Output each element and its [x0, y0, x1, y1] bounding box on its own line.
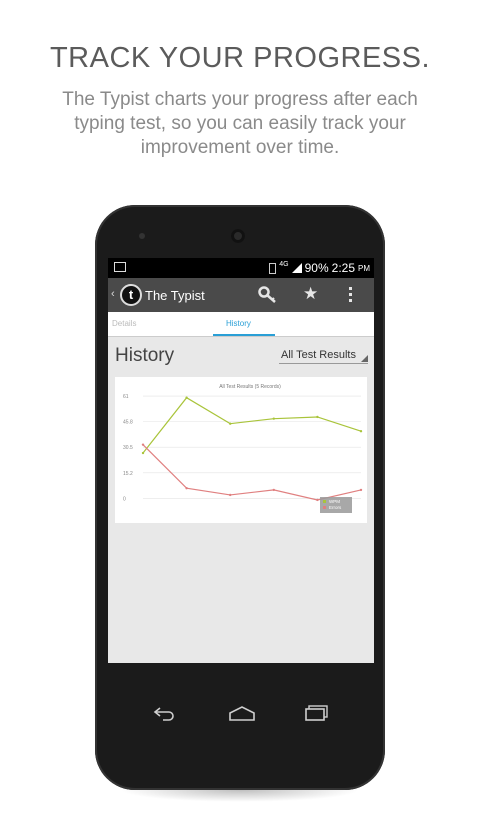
data-point-wpm: [359, 430, 363, 433]
navigation-bar: [108, 663, 374, 768]
data-point-wpm: [141, 451, 145, 455]
data-point-wpm: [229, 422, 232, 425]
battery-level: 90%: [304, 261, 329, 275]
legend-label: Errors: [329, 505, 342, 510]
legend-swatch: [323, 500, 326, 503]
tab-history[interactable]: History: [226, 319, 251, 328]
legend-label: WPM: [329, 499, 340, 504]
dropdown-triangle-icon: [361, 355, 368, 362]
promo-subline: The Typist charts your progress after ea…: [62, 89, 418, 158]
signal-icon: [291, 263, 302, 273]
promo-headline: TRACK YOUR PROGRESS.: [49, 42, 431, 74]
data-point-errors: [141, 443, 145, 446]
series-line-errors: [142, 444, 362, 501]
earpiece: [139, 233, 145, 239]
history-chart: All Test Results (5 Records) 0 15.2 30.5 45…: [115, 377, 367, 523]
back-icon[interactable]: [153, 705, 177, 721]
page-title: History: [115, 345, 175, 366]
app-title[interactable]: The Typist: [145, 288, 205, 303]
network-type: 4G: [279, 260, 289, 268]
data-point-errors: [272, 488, 275, 492]
active-tab-indicator: [213, 334, 275, 336]
data-point-wpm: [316, 415, 319, 419]
vibrate-icon: [269, 262, 277, 274]
status-bar: 4G 90% 2:25 PM: [108, 258, 374, 278]
tab-strip: Details History: [108, 312, 374, 337]
action-bar: ‹ t The Typist ★: [108, 278, 374, 312]
data-point-errors: [316, 498, 319, 502]
data-point-errors: [229, 493, 232, 497]
data-point-wpm: [272, 417, 275, 420]
y-tick-label: 0: [123, 496, 126, 502]
status-indicators: 4G 90% 2:25 PM: [269, 261, 370, 275]
history-content: History All Test Results All Test Result…: [108, 337, 374, 663]
series-line-wpm: [142, 396, 362, 454]
key-icon[interactable]: [258, 286, 278, 304]
tab-details[interactable]: Details: [112, 319, 136, 328]
home-icon[interactable]: [228, 705, 256, 721]
y-tick-label: 30.5: [123, 445, 133, 451]
front-camera: [231, 229, 245, 243]
data-point-errors: [359, 488, 363, 492]
notification-image-icon: [114, 262, 126, 272]
app-logo[interactable]: t: [120, 284, 142, 306]
history-chart-svg: All Test Results (5 Records) 0 15.2 30.5 45…: [123, 384, 363, 513]
clock: 2:25: [331, 261, 355, 275]
star-icon[interactable]: ★: [303, 284, 318, 304]
clock-ampm: PM: [358, 263, 370, 273]
up-chevron-icon[interactable]: ‹: [111, 288, 115, 300]
recent-apps-icon[interactable]: [304, 705, 330, 721]
chart-title: All Test Results (5 Records): [219, 384, 281, 390]
data-point-errors: [185, 487, 188, 490]
y-tick-label: 61: [123, 394, 129, 400]
legend-swatch: [323, 506, 326, 509]
y-tick-label: 15.2: [123, 471, 133, 477]
data-point-wpm: [185, 396, 188, 399]
results-filter-value: All Test Results: [281, 349, 356, 361]
y-tick-label: 45.8: [123, 420, 133, 426]
results-filter-dropdown[interactable]: All Test Results: [279, 349, 368, 364]
overflow-menu-icon[interactable]: [348, 286, 354, 304]
phone-screen: 4G 90% 2:25 PM ‹ t The Typist ★ Details …: [108, 258, 374, 663]
